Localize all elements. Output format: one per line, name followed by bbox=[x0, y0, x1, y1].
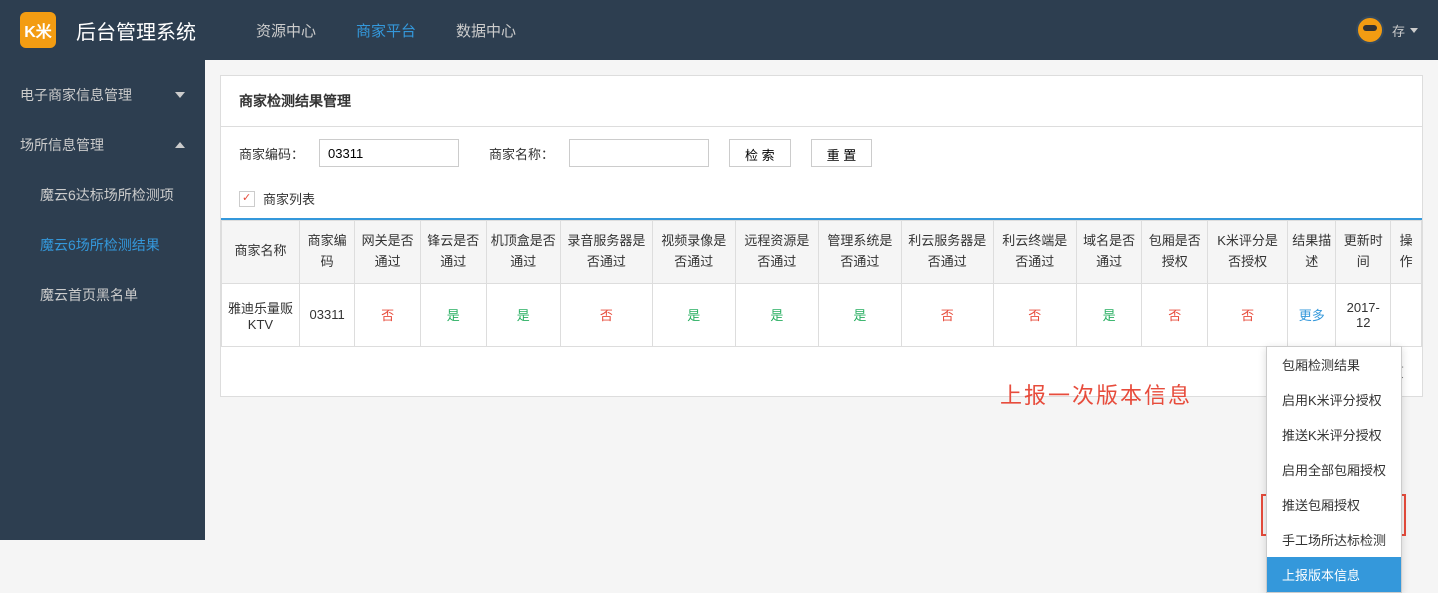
table-header-cell: 更新时间 bbox=[1336, 221, 1391, 284]
table-row: 雅迪乐量贩KTV03311否是是否是是是否否是否否更多2017-12 bbox=[222, 283, 1422, 346]
table-header-cell: 结果描述 bbox=[1288, 221, 1336, 284]
cell-time: 2017-12 bbox=[1336, 283, 1391, 346]
cell-merchant-name: 雅迪乐量贩KTV bbox=[222, 283, 300, 346]
dropdown-item[interactable]: 推送K米评分授权 bbox=[1267, 417, 1401, 452]
cell-status: 否 bbox=[901, 283, 993, 346]
table-header-cell: 域名是否通过 bbox=[1076, 221, 1142, 284]
cell-status: 是 bbox=[486, 283, 560, 346]
table-header-cell: 商家编码 bbox=[299, 221, 354, 284]
table-header-cell: 录音服务器是否通过 bbox=[560, 221, 652, 284]
header: K米 后台管理系统 资源中心商家平台数据中心 存 bbox=[0, 0, 1438, 60]
cell-status: 否 bbox=[993, 283, 1076, 346]
merchant-name-input[interactable] bbox=[569, 139, 709, 167]
table-header-cell: 利云终端是否通过 bbox=[993, 221, 1076, 284]
cell-status: 是 bbox=[1076, 283, 1142, 346]
user-label: 存 bbox=[1392, 21, 1405, 40]
dropdown-item[interactable]: 启用全部包厢授权 bbox=[1267, 452, 1401, 487]
sidebar-group[interactable]: 场所信息管理 bbox=[0, 120, 205, 170]
app-title: 后台管理系统 bbox=[76, 16, 196, 45]
action-dropdown: 包厢检测结果启用K米评分授权推送K米评分授权启用全部包厢授权推送包厢授权手工场所… bbox=[1266, 346, 1402, 593]
pagination: /1 页 bbox=[221, 347, 1422, 396]
list-icon bbox=[239, 191, 255, 207]
nav-item[interactable]: 资源中心 bbox=[236, 23, 336, 40]
merchant-code-input[interactable] bbox=[319, 139, 459, 167]
dropdown-item[interactable]: 上报版本信息 bbox=[1267, 557, 1401, 592]
table-header-cell: 远程资源是否通过 bbox=[735, 221, 818, 284]
cell-status: 否 bbox=[1142, 283, 1208, 346]
table-header-cell: 包厢是否授权 bbox=[1142, 221, 1208, 284]
nav-item[interactable]: 商家平台 bbox=[336, 23, 436, 40]
cell-status: 是 bbox=[420, 283, 486, 346]
user-menu[interactable]: 存 bbox=[1392, 21, 1418, 40]
filter-name-label: 商家名称： bbox=[489, 144, 554, 163]
reset-button[interactable]: 重 置 bbox=[811, 139, 873, 167]
cell-status: 否 bbox=[355, 283, 421, 346]
dropdown-item[interactable]: 推送包厢授权 bbox=[1267, 487, 1401, 522]
dropdown-item[interactable]: 启用K米评分授权 bbox=[1267, 382, 1401, 417]
cell-status: 是 bbox=[818, 283, 901, 346]
logo: K米 bbox=[20, 12, 56, 48]
table-header-cell: 管理系统是否通过 bbox=[818, 221, 901, 284]
sidebar-item[interactable]: 魔云首页黑名单 bbox=[0, 270, 205, 320]
cell-status: 是 bbox=[652, 283, 735, 346]
list-header: 商家列表 bbox=[221, 179, 1422, 220]
sidebar-item[interactable]: 魔云6场所检测结果 bbox=[0, 220, 205, 270]
filter-code-label: 商家编码： bbox=[239, 144, 304, 163]
table-header-cell: 视频录像是否通过 bbox=[652, 221, 735, 284]
search-button[interactable]: 检 索 bbox=[729, 139, 791, 167]
cell-action[interactable] bbox=[1391, 283, 1422, 346]
table-header-cell: 利云服务器是否通过 bbox=[901, 221, 993, 284]
table-wrapper: 商家名称商家编码网关是否通过锋云是否通过机顶盒是否通过录音服务器是否通过视频录像… bbox=[221, 220, 1422, 396]
table-header-cell: 商家名称 bbox=[222, 221, 300, 284]
results-table: 商家名称商家编码网关是否通过锋云是否通过机顶盒是否通过录音服务器是否通过视频录像… bbox=[221, 220, 1422, 347]
sidebar-item[interactable]: 魔云6达标场所检测项 bbox=[0, 170, 205, 220]
sidebar-group[interactable]: 电子商家信息管理 bbox=[0, 70, 205, 120]
sidebar: 电子商家信息管理场所信息管理魔云6达标场所检测项魔云6场所检测结果魔云首页黑名单 bbox=[0, 60, 205, 540]
list-title: 商家列表 bbox=[263, 189, 315, 208]
cell-status: 否 bbox=[560, 283, 652, 346]
main-content: 商家检测结果管理 商家编码： 商家名称： 检 索 重 置 商家列表 商家名称商家… bbox=[205, 60, 1438, 540]
cell-merchant-code: 03311 bbox=[299, 283, 354, 346]
table-header-cell: 机顶盒是否通过 bbox=[486, 221, 560, 284]
nav-item[interactable]: 数据中心 bbox=[436, 23, 536, 40]
cell-status: 是 bbox=[735, 283, 818, 346]
cell-more-link[interactable]: 更多 bbox=[1288, 283, 1336, 346]
container: 电子商家信息管理场所信息管理魔云6达标场所检测项魔云6场所检测结果魔云首页黑名单… bbox=[0, 60, 1438, 540]
sidebar-group-label: 场所信息管理 bbox=[20, 135, 104, 155]
chevron-down-icon bbox=[175, 92, 185, 98]
table-header-cell: 锋云是否通过 bbox=[420, 221, 486, 284]
table-header-cell: K米评分是否授权 bbox=[1208, 221, 1288, 284]
avatar[interactable] bbox=[1356, 16, 1384, 44]
panel-title: 商家检测结果管理 bbox=[221, 76, 1422, 127]
sidebar-group-label: 电子商家信息管理 bbox=[20, 85, 132, 105]
table-header-cell: 操作 bbox=[1391, 221, 1422, 284]
filter-bar: 商家编码： 商家名称： 检 索 重 置 bbox=[221, 127, 1422, 179]
table-header-cell: 网关是否通过 bbox=[355, 221, 421, 284]
panel: 商家检测结果管理 商家编码： 商家名称： 检 索 重 置 商家列表 商家名称商家… bbox=[220, 75, 1423, 397]
header-user-area: 存 bbox=[1356, 16, 1418, 44]
chevron-up-icon bbox=[175, 142, 185, 148]
caret-down-icon bbox=[1410, 28, 1418, 33]
annotation-label: 上报一次版本信息 bbox=[1000, 378, 1192, 410]
dropdown-item[interactable]: 包厢检测结果 bbox=[1267, 347, 1401, 382]
cell-status: 否 bbox=[1208, 283, 1288, 346]
